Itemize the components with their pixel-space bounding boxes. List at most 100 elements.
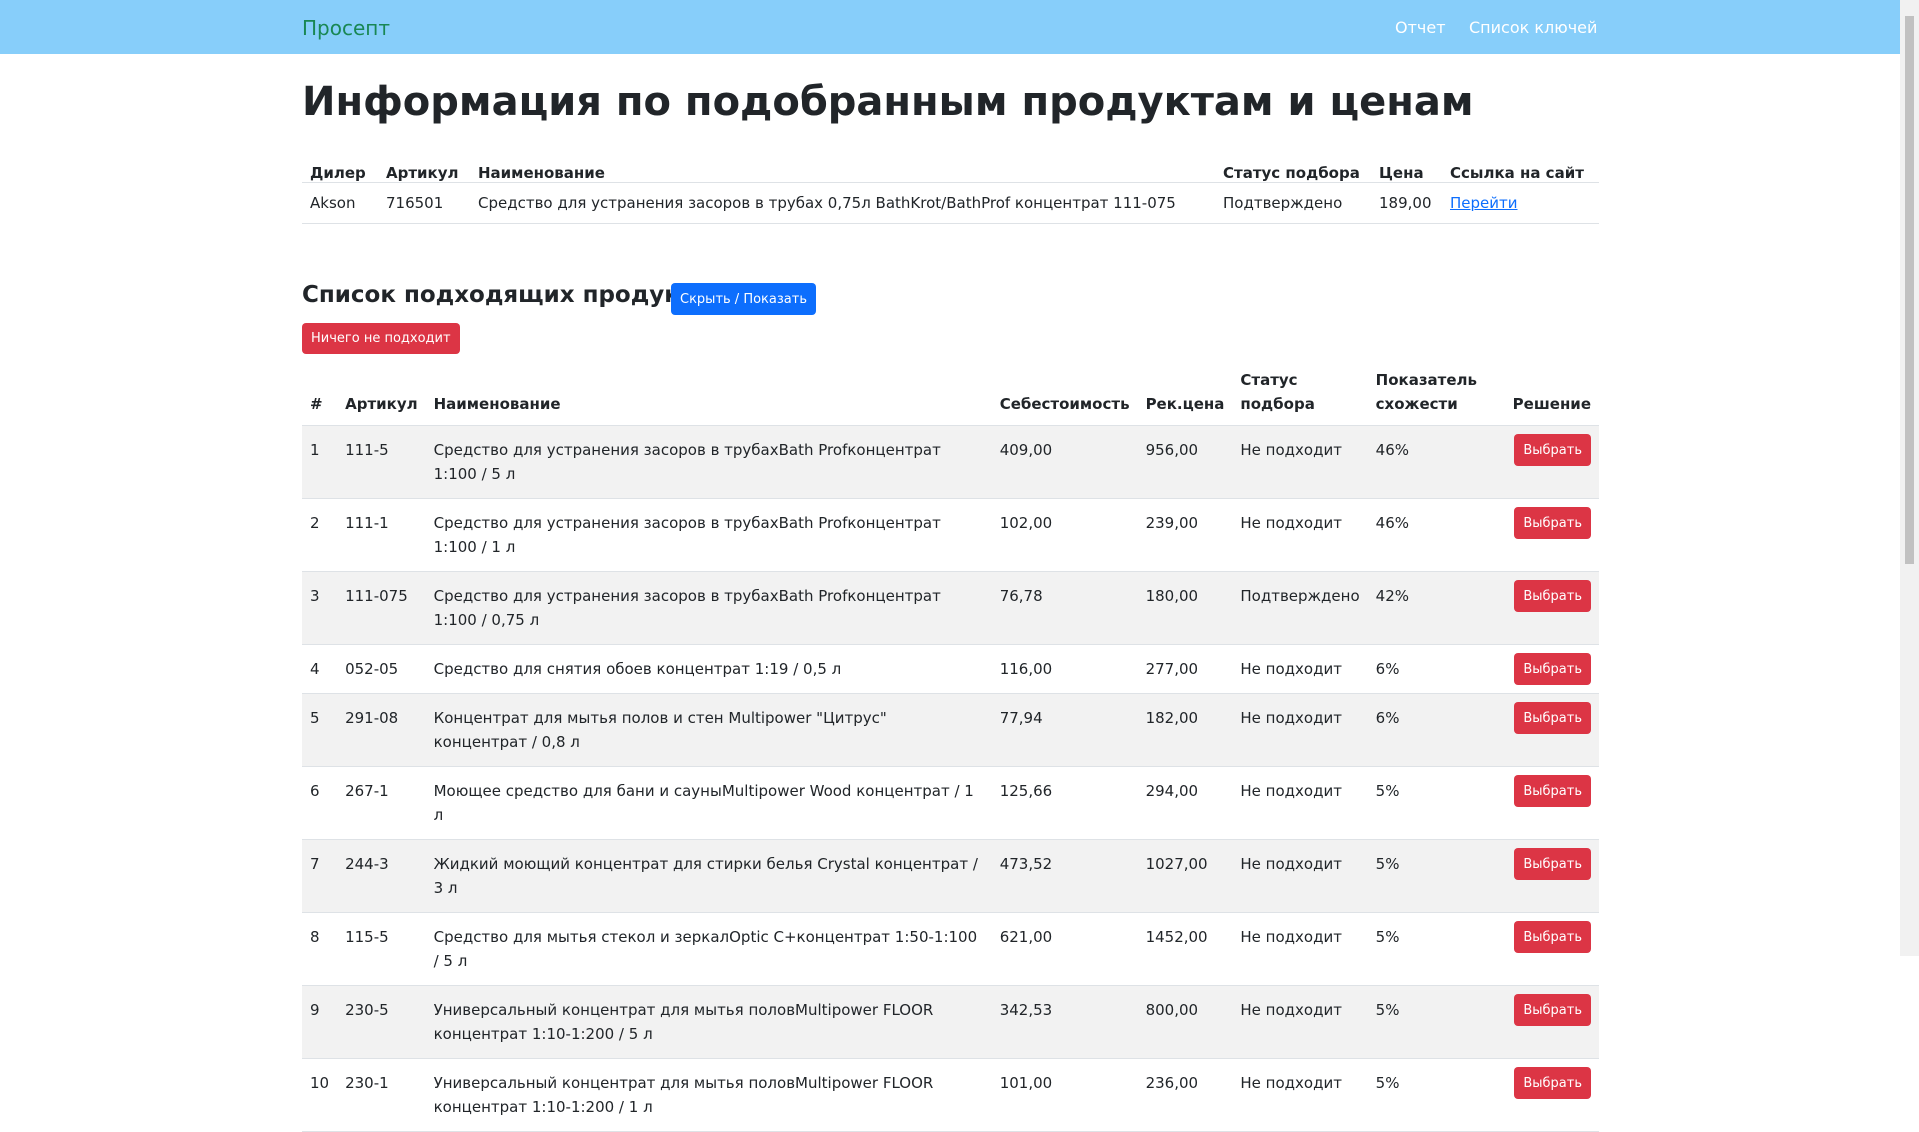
name-cell: Средство для устранения засоров в трубах… — [470, 182, 1215, 224]
dealer-table-row: Akson 716501 Средство для устранения зас… — [302, 182, 1599, 224]
decision-cell: Выбрать — [1485, 425, 1599, 499]
dealer-table-header-row: Дилер Артикул Наименование Статус подбор… — [302, 142, 1599, 183]
article-cell: 716501 — [378, 182, 470, 224]
status-cell: Не подходит — [1232, 985, 1368, 1059]
cost-cell: 77,94 — [991, 693, 1138, 767]
row-number-cell: 2 — [302, 498, 338, 572]
article-cell: 244-3 — [337, 839, 426, 913]
rec-price-cell: 800,00 — [1137, 985, 1233, 1059]
scrollbar-thumb[interactable] — [1905, 16, 1914, 564]
nav-report-link[interactable]: Отчет — [1395, 18, 1446, 37]
rec-price-cell: 1452,00 — [1137, 912, 1233, 986]
choose-button[interactable]: Выбрать — [1514, 848, 1591, 880]
decision-cell: Выбрать — [1485, 693, 1599, 767]
name-cell: Универсальный концентрат для мытья полов… — [425, 1058, 992, 1132]
table-row: 9 230-5 Универсальный концентрат для мытья… — [302, 985, 1599, 1059]
cost-cell: 342,53 — [991, 985, 1138, 1059]
rec-price-cell: 956,00 — [1137, 425, 1233, 499]
decision-cell: Выбрать — [1485, 839, 1599, 913]
status-cell: Не подходит — [1232, 839, 1368, 913]
decision-cell: Выбрать — [1485, 571, 1599, 645]
row-number-cell: 8 — [302, 912, 338, 986]
rec-price-cell: 277,00 — [1137, 644, 1233, 694]
name-cell: Жидкий моющий концентрат для стирки бель… — [425, 839, 992, 913]
status-cell: Не подходит — [1232, 912, 1368, 986]
choose-button[interactable]: Выбрать — [1514, 702, 1591, 734]
status-cell: Не подходит — [1232, 1058, 1368, 1132]
header-price: Цена — [1371, 142, 1442, 183]
dealer-cell: Akson — [302, 182, 378, 224]
name-cell: Средство для устранения засоров в трубах… — [425, 571, 992, 645]
price-cell: 189,00 — [1371, 182, 1442, 224]
row-number-cell: 9 — [302, 985, 338, 1059]
name-cell: Универсальный концентрат для мытья полов… — [425, 985, 992, 1059]
table-row: 2 111-1 Средство для устранения засоров в … — [302, 498, 1599, 572]
article-cell: 115-5 — [337, 912, 426, 986]
row-number-cell: 5 — [302, 693, 338, 767]
cost-cell: 473,52 — [991, 839, 1138, 913]
header-rec-price: Рек.цена — [1137, 360, 1233, 426]
table-row: 1 111-5 Средство для устранения засоров в … — [302, 425, 1599, 499]
vertical-scrollbar[interactable] — [1900, 0, 1919, 956]
similarity-cell: 46% — [1367, 425, 1485, 499]
similarity-cell: 46% — [1367, 498, 1485, 572]
status-cell: Не подходит — [1232, 766, 1368, 840]
products-table-header-row: # Артикул Наименование Себестоимость Рек… — [302, 360, 1599, 426]
cost-cell: 125,66 — [991, 766, 1138, 840]
table-row: 3 111-075 Средство для устранения засоров … — [302, 571, 1599, 645]
similarity-cell: 6% — [1367, 644, 1485, 694]
dealer-product-table: Дилер Артикул Наименование Статус подбор… — [302, 142, 1599, 224]
table-row: 8 115-5 Средство для мытья стекол и зеркал… — [302, 912, 1599, 986]
status-cell: Не подходит — [1232, 693, 1368, 767]
header-similarity: Показатель схожести — [1367, 360, 1485, 426]
choose-button[interactable]: Выбрать — [1514, 653, 1591, 685]
similarity-cell: 5% — [1367, 912, 1485, 986]
rec-price-cell: 1027,00 — [1137, 839, 1233, 913]
choose-button[interactable]: Выбрать — [1514, 580, 1591, 612]
choose-button[interactable]: Выбрать — [1514, 921, 1591, 953]
cost-cell: 621,00 — [991, 912, 1138, 986]
choose-button[interactable]: Выбрать — [1514, 775, 1591, 807]
rec-price-cell: 294,00 — [1137, 766, 1233, 840]
article-cell: 291-08 — [337, 693, 426, 767]
row-number-cell: 3 — [302, 571, 338, 645]
similarity-cell: 6% — [1367, 693, 1485, 767]
status-cell: Не подходит — [1232, 498, 1368, 572]
page-title: Информация по подобранным продуктам и це… — [302, 79, 1474, 125]
article-cell: 052-05 — [337, 644, 426, 694]
cost-cell: 409,00 — [991, 425, 1138, 499]
go-to-site-link[interactable]: Перейти — [1450, 194, 1518, 212]
header-status: Статус подбора — [1232, 360, 1368, 426]
decision-cell: Выбрать — [1485, 985, 1599, 1059]
article-cell: 111-075 — [337, 571, 426, 645]
decision-cell: Выбрать — [1485, 766, 1599, 840]
choose-button[interactable]: Выбрать — [1514, 1067, 1591, 1099]
cost-cell: 101,00 — [991, 1058, 1138, 1132]
header-name: Наименование — [425, 360, 992, 426]
header-status: Статус подбора — [1215, 142, 1371, 183]
choose-button[interactable]: Выбрать — [1514, 994, 1591, 1026]
similarity-cell: 42% — [1367, 571, 1485, 645]
nav-keys-link[interactable]: Список ключей — [1469, 18, 1597, 37]
table-row: 4 052-05 Средство для снятия обоев концент… — [302, 644, 1599, 694]
brand-link[interactable]: Просепт — [302, 16, 390, 40]
article-cell: 267-1 — [337, 766, 426, 840]
rec-price-cell: 180,00 — [1137, 571, 1233, 645]
decision-cell: Выбрать — [1485, 498, 1599, 572]
row-number-cell: 7 — [302, 839, 338, 913]
status-cell: Подтверждено — [1232, 571, 1368, 645]
status-cell: Подтверждено — [1215, 182, 1371, 224]
choose-button[interactable]: Выбрать — [1514, 434, 1591, 466]
article-cell: 230-1 — [337, 1058, 426, 1132]
toggle-visibility-button[interactable]: Скрыть / Показать — [671, 283, 816, 315]
navbar: Просепт Отчет Список ключей — [0, 0, 1900, 54]
row-number-cell: 6 — [302, 766, 338, 840]
header-name: Наименование — [470, 142, 1215, 183]
name-cell: Средство для устранения засоров в трубах… — [425, 425, 992, 499]
table-row: 5 291-08 Концентрат для мытья полов и стен… — [302, 693, 1599, 767]
choose-button[interactable]: Выбрать — [1514, 507, 1591, 539]
name-cell: Моющее средство для бани и сауныMultipow… — [425, 766, 992, 840]
nothing-fits-button[interactable]: Ничего не подходит — [302, 323, 460, 354]
table-row: 10 230-1 Универсальный концентрат для мыть… — [302, 1058, 1599, 1132]
row-number-cell: 1 — [302, 425, 338, 499]
